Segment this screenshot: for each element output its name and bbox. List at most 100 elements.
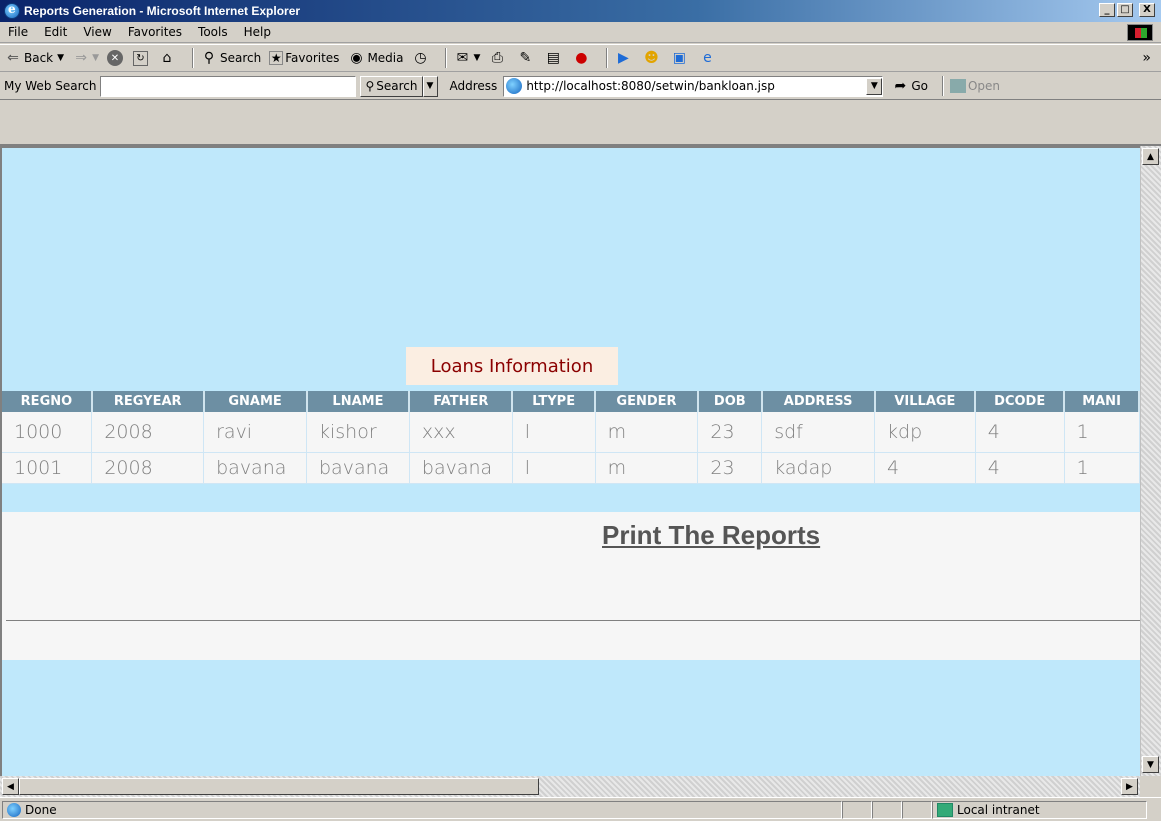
minimize-button[interactable]: _: [1099, 3, 1115, 17]
favorites-star-icon: ★: [269, 51, 284, 65]
web-search-button[interactable]: ⚲ Search: [360, 75, 423, 97]
column-header: VILLAGE: [874, 391, 977, 412]
print-button[interactable]: ⎙: [488, 49, 508, 67]
mail-dropdown-icon[interactable]: ▼: [473, 53, 480, 63]
monitor-button[interactable]: ▣: [670, 49, 690, 67]
table-cell: 4: [874, 452, 976, 484]
toolbar-chevron-icon[interactable]: »: [1142, 50, 1151, 66]
search-icon: ⚲: [203, 50, 215, 66]
ie-page-icon: e: [703, 50, 712, 66]
back-arrow-icon: ⇐: [7, 50, 19, 66]
forward-button[interactable]: ⇒ ▼: [72, 49, 99, 67]
edit-button[interactable]: ✎: [516, 49, 536, 67]
address-field[interactable]: http://localhost:8080/setwin/bankloan.js…: [503, 75, 884, 97]
status-panel: [872, 800, 902, 819]
column-header: FATHER: [409, 391, 514, 412]
window-title: Reports Generation - Microsoft Internet …: [24, 4, 301, 18]
table-cell: 1: [1064, 412, 1140, 453]
address-dropdown-button[interactable]: ▼: [866, 77, 883, 95]
refresh-icon: ↻: [132, 50, 148, 66]
address-toolbar: My Web Search ⚲ Search ▼ Address http://…: [0, 73, 1161, 100]
open-button[interactable]: Open: [949, 79, 1001, 93]
table-cell: 4: [975, 412, 1065, 453]
table-cell: 1000: [2, 412, 93, 453]
status-panel: [902, 800, 932, 819]
addon-icon: ●: [575, 50, 588, 66]
media-label: Media: [367, 51, 404, 65]
column-header: REGYEAR: [91, 391, 205, 412]
pointer-button[interactable]: ▶: [614, 49, 634, 67]
toolbar-separator: [445, 48, 448, 68]
search-icon: ⚲: [365, 79, 375, 93]
standard-toolbar: ⇐ Back ▼ ⇒ ▼ ✕ ↻ ⌂ ⚲ Search ★ Favorites …: [0, 44, 1161, 72]
stop-icon: ✕: [106, 50, 123, 66]
mail-button[interactable]: ✉ ▼: [453, 49, 481, 67]
menu-edit[interactable]: Edit: [36, 25, 75, 39]
table-cell: xxx: [409, 412, 513, 453]
close-button[interactable]: X: [1139, 3, 1155, 17]
discuss-button[interactable]: ▤: [544, 49, 564, 67]
pointer-icon: ▶: [618, 50, 629, 66]
media-button[interactable]: ◉ Media: [347, 49, 403, 67]
stop-button[interactable]: ✕: [106, 50, 125, 66]
web-search-button-label: Search: [376, 79, 418, 93]
history-icon: ◷: [414, 50, 427, 66]
table-cell: ravi: [203, 412, 307, 453]
my-web-search-label: My Web Search: [4, 79, 97, 93]
search-label: Search: [219, 51, 262, 65]
column-header: GNAME: [203, 391, 308, 412]
go-label: Go: [911, 79, 928, 93]
menu-file[interactable]: File: [0, 25, 36, 39]
back-dropdown-icon[interactable]: ▼: [57, 53, 64, 63]
menu-favorites[interactable]: Favorites: [120, 25, 190, 39]
favorites-button[interactable]: ★ Favorites: [269, 51, 339, 65]
scroll-up-button[interactable]: ▲: [1142, 148, 1159, 165]
window-title-bar[interactable]: Reports Generation - Microsoft Internet …: [0, 0, 1161, 22]
zone-panel: Local intranet: [932, 800, 1147, 819]
table-cell: 1001: [2, 452, 93, 484]
column-header: DCODE: [975, 391, 1066, 412]
monitor-icon: ▣: [672, 50, 687, 66]
table-cell: l: [512, 452, 596, 484]
horizontal-scroll-thumb[interactable]: [19, 778, 539, 795]
open-label: Open: [967, 79, 1001, 93]
menu-view[interactable]: View: [75, 25, 119, 39]
horizontal-rule: [6, 620, 1140, 621]
search-dropdown-button[interactable]: ▼: [422, 75, 438, 97]
page-icon: [506, 78, 523, 94]
ie-icon: [4, 2, 20, 19]
column-header: DOB: [697, 391, 763, 412]
search-button[interactable]: ⚲ Search: [200, 49, 261, 67]
table-cell: 23: [697, 412, 763, 453]
address-label: Address: [449, 79, 498, 93]
table-cell: m: [595, 452, 699, 484]
home-button[interactable]: ⌂: [158, 49, 178, 67]
print-reports-link[interactable]: Print The Reports: [602, 520, 820, 551]
table-cell: m: [595, 412, 699, 453]
addon-button[interactable]: ●: [572, 49, 592, 67]
done-page-icon: [7, 802, 21, 817]
menu-help[interactable]: Help: [236, 25, 279, 39]
ie-page-button[interactable]: e: [698, 49, 718, 67]
status-bar: Done Local intranet: [0, 797, 1161, 821]
history-button[interactable]: ◷: [411, 49, 431, 67]
messenger-button[interactable]: ☻: [642, 49, 662, 67]
menu-tools[interactable]: Tools: [190, 25, 236, 39]
refresh-button[interactable]: ↻: [132, 50, 150, 66]
horizontal-scrollbar[interactable]: ◀ ▶: [0, 776, 1140, 797]
column-header: MANI: [1064, 391, 1140, 412]
back-label: Back: [24, 51, 54, 65]
web-search-input[interactable]: [100, 75, 357, 97]
maximize-button[interactable]: □: [1117, 3, 1133, 17]
scroll-right-button[interactable]: ▶: [1121, 778, 1138, 795]
scroll-left-button[interactable]: ◀: [2, 778, 19, 795]
windows-logo-icon: [1127, 24, 1153, 41]
go-button[interactable]: ➦ Go: [891, 77, 928, 95]
forward-dropdown-icon[interactable]: ▼: [92, 53, 99, 63]
status-text: Done: [25, 802, 57, 817]
vertical-scrollbar[interactable]: ▲ ▼: [1140, 146, 1161, 776]
back-button[interactable]: ⇐ Back ▼: [4, 49, 64, 67]
open-folder-icon: [949, 79, 966, 93]
scroll-down-button[interactable]: ▼: [1142, 756, 1159, 773]
printer-icon: ⎙: [491, 50, 503, 66]
